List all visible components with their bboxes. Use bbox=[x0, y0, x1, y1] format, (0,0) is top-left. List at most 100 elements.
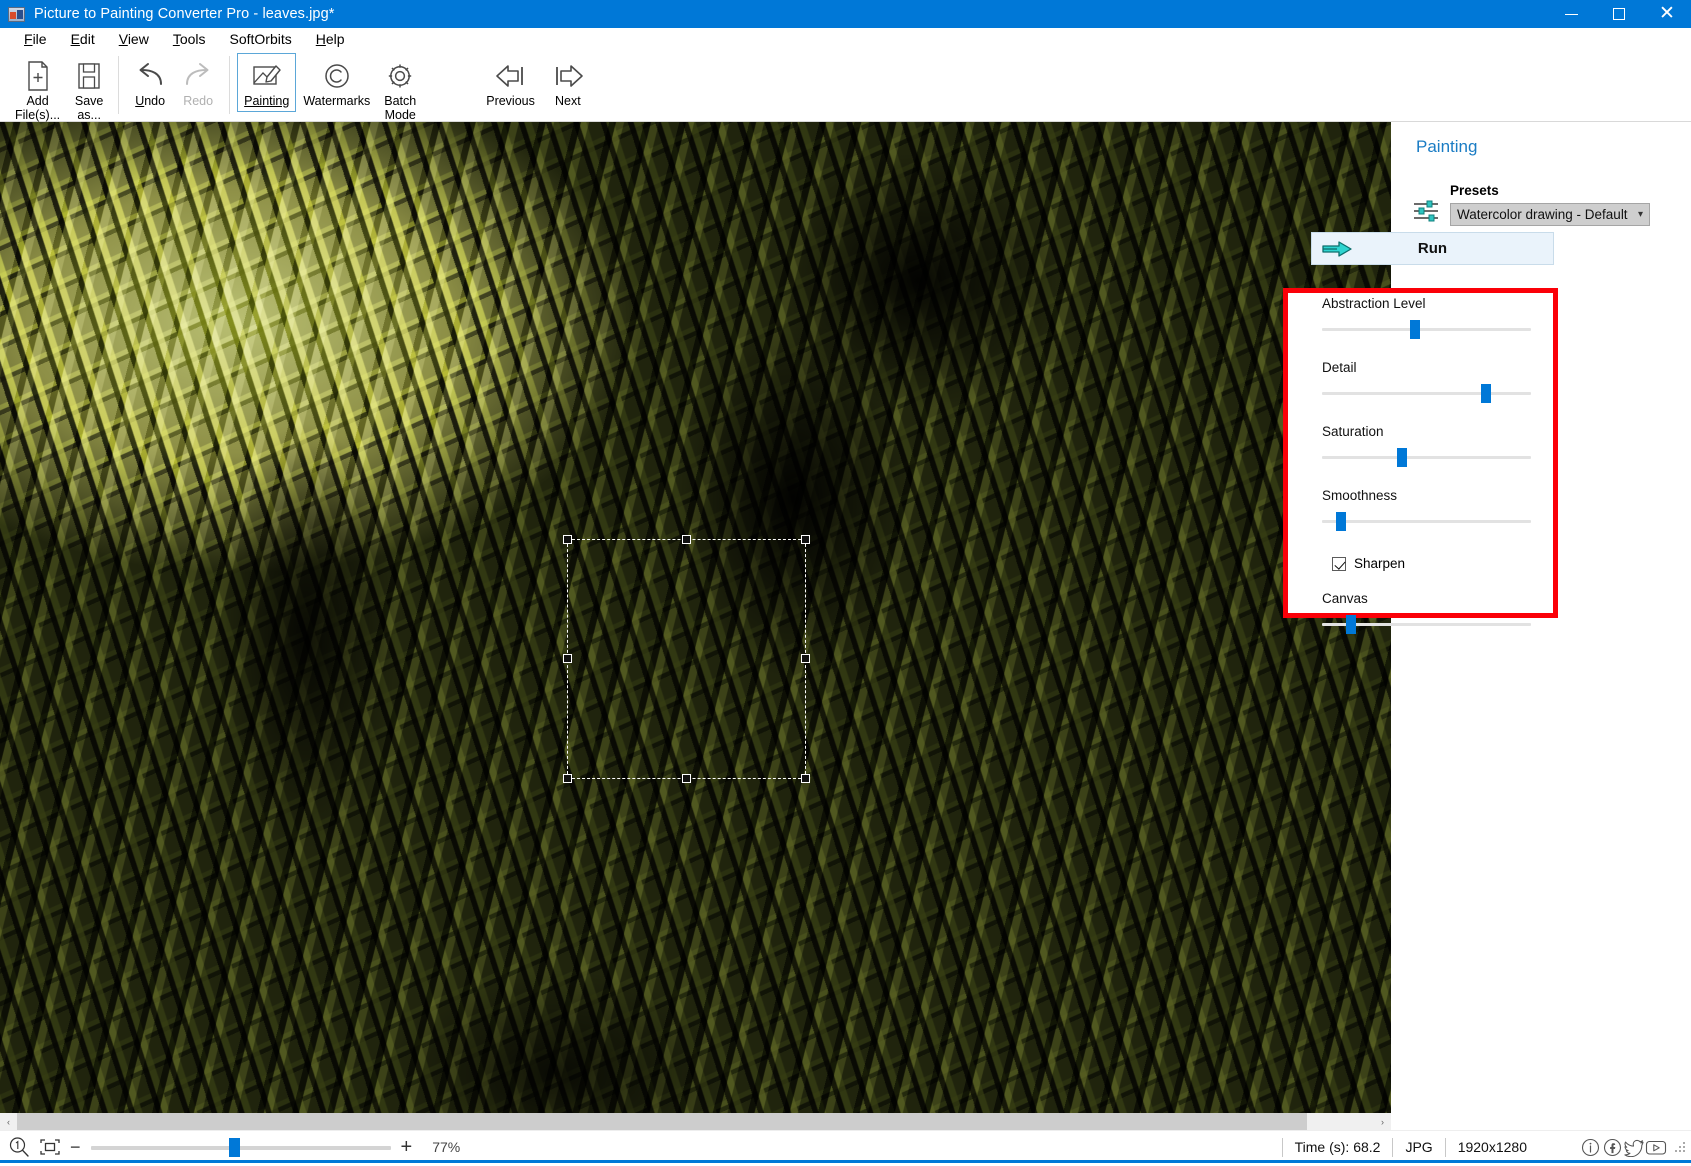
chevron-down-icon: ▾ bbox=[1637, 209, 1643, 220]
toolbar-undo-button[interactable]: Undo bbox=[126, 53, 174, 112]
menu-view[interactable]: View bbox=[107, 29, 161, 49]
menu-tools[interactable]: Tools bbox=[161, 29, 218, 49]
painting-brush-icon bbox=[250, 59, 284, 93]
magnifier-one-icon[interactable] bbox=[8, 1136, 30, 1158]
scroll-right-arrow-icon[interactable]: › bbox=[1374, 1113, 1391, 1130]
slider-group-canvas: Canvas bbox=[1322, 591, 1534, 634]
close-button[interactable]: ✕ bbox=[1643, 0, 1691, 28]
resize-grip[interactable] bbox=[1673, 1140, 1687, 1154]
youtube-icon[interactable] bbox=[1645, 1136, 1667, 1158]
window-controls: ✕ bbox=[1547, 0, 1691, 28]
facebook-icon[interactable] bbox=[1601, 1136, 1623, 1158]
image-canvas[interactable] bbox=[0, 122, 1391, 1113]
toolbar-next-button[interactable]: Next bbox=[542, 53, 594, 112]
slider-group-saturation: Saturation bbox=[1322, 424, 1534, 467]
marquee-handle-middle-left[interactable] bbox=[563, 654, 572, 663]
slider-group-abstraction-level: Abstraction Level bbox=[1322, 296, 1534, 339]
detail-track bbox=[1322, 392, 1531, 395]
scrollbar-thumb[interactable] bbox=[17, 1113, 1307, 1130]
canvas-slider[interactable] bbox=[1322, 615, 1531, 634]
floppy-disk-icon bbox=[74, 59, 104, 93]
menu-softorbits[interactable]: SoftOrbits bbox=[218, 29, 304, 49]
painting-underline: Painting bbox=[244, 94, 290, 108]
toolbar-next-label: Next bbox=[555, 94, 581, 108]
abstraction-level-thumb[interactable] bbox=[1410, 320, 1420, 339]
file-format-label: JPG bbox=[1405, 1139, 1433, 1155]
saturation-thumb[interactable] bbox=[1397, 448, 1407, 467]
undo-accel: U bbox=[135, 94, 145, 108]
marquee-handle-top-right[interactable] bbox=[801, 535, 810, 544]
toolbar-painting-label: Painting bbox=[244, 94, 290, 109]
run-button[interactable]: Run bbox=[1311, 232, 1554, 265]
minimize-button[interactable] bbox=[1547, 0, 1595, 28]
smoothness-slider[interactable] bbox=[1322, 512, 1531, 531]
canvas-thumb[interactable] bbox=[1346, 615, 1356, 634]
toolbar-redo-button[interactable]: Redo bbox=[174, 53, 222, 112]
status-bar: − + 77% Time (s): 68.2 JPG 1920x1280 bbox=[0, 1130, 1691, 1163]
image-dimensions-label: 1920x1280 bbox=[1457, 1139, 1527, 1155]
zoom-out-button[interactable]: − bbox=[70, 1138, 81, 1156]
toolbar-painting-button[interactable]: Painting bbox=[237, 53, 297, 112]
menu-help[interactable]: Help bbox=[304, 29, 357, 49]
double-arrow-right-icon bbox=[1321, 240, 1353, 258]
saturation-label: Saturation bbox=[1322, 424, 1384, 439]
presets-dropdown[interactable]: Watercolor drawing - Default ▾ bbox=[1450, 203, 1650, 226]
menu-file-rest: ile bbox=[32, 31, 47, 47]
detail-slider[interactable] bbox=[1322, 384, 1531, 403]
detail-thumb[interactable] bbox=[1481, 384, 1491, 403]
selection-marquee[interactable] bbox=[563, 535, 810, 783]
menu-edit[interactable]: Edit bbox=[59, 29, 107, 49]
toolbar-previous-label: Previous bbox=[486, 94, 535, 108]
marquee-handle-top-center[interactable] bbox=[681, 535, 691, 544]
menu-file[interactable]: File bbox=[12, 29, 59, 49]
presets-label: Presets bbox=[1450, 183, 1499, 198]
title-bar: Picture to Painting Converter Pro - leav… bbox=[0, 0, 1691, 28]
scrollbar-track[interactable] bbox=[17, 1113, 1374, 1130]
run-button-label: Run bbox=[1417, 240, 1448, 257]
sharpen-checkbox-row[interactable]: Sharpen bbox=[1332, 556, 1534, 571]
marquee-handle-top-left[interactable] bbox=[563, 535, 572, 544]
abstraction-level-track bbox=[1322, 328, 1531, 331]
abstraction-level-slider[interactable] bbox=[1322, 320, 1531, 339]
zoom-in-button[interactable]: + bbox=[401, 1137, 413, 1157]
maximize-button[interactable] bbox=[1595, 0, 1643, 28]
menu-tools-rest: ools bbox=[179, 31, 206, 47]
zoom-slider-thumb[interactable] bbox=[228, 1137, 240, 1157]
menu-softorbits-label: SoftOrbits bbox=[229, 31, 292, 47]
arrow-right-bar-icon bbox=[549, 59, 587, 93]
smoothness-track bbox=[1322, 520, 1531, 523]
marquee-handle-bottom-left[interactable] bbox=[563, 774, 572, 783]
presets-selected-value: Watercolor drawing - Default bbox=[1457, 207, 1628, 222]
presets-row: Presets Watercolor drawing - Default ▾ bbox=[1413, 183, 1691, 226]
menu-help-rest: elp bbox=[325, 31, 345, 47]
marquee-handle-bottom-right[interactable] bbox=[801, 774, 810, 783]
info-icon[interactable] bbox=[1579, 1136, 1601, 1158]
twitter-icon[interactable] bbox=[1623, 1136, 1645, 1158]
zoom-slider[interactable] bbox=[90, 1137, 391, 1157]
status-bar-accent-rule bbox=[0, 1160, 1691, 1163]
smoothness-thumb[interactable] bbox=[1336, 512, 1346, 531]
sharpen-label: Sharpen bbox=[1354, 556, 1406, 571]
toolbar-save-as-button[interactable]: Save as... bbox=[67, 53, 111, 125]
social-links bbox=[1579, 1136, 1667, 1158]
toolbar-undo-label: Undo bbox=[135, 94, 166, 108]
sharpen-checkbox[interactable] bbox=[1332, 556, 1346, 571]
panel-title: Painting bbox=[1416, 137, 1478, 156]
toolbar-previous-button[interactable]: Previous bbox=[479, 53, 542, 112]
detail-label: Detail bbox=[1322, 360, 1357, 375]
toolbar: Add File(s)... Save as... Undo Redo Pain… bbox=[0, 50, 1691, 122]
canvas-horizontal-scrollbar[interactable]: ‹ › bbox=[0, 1113, 1391, 1130]
toolbar-batch-mode-button[interactable]: Batch Mode bbox=[377, 53, 423, 125]
presets-field: Presets Watercolor drawing - Default ▾ bbox=[1450, 183, 1650, 226]
fit-to-screen-icon[interactable] bbox=[38, 1136, 62, 1158]
marquee-handle-bottom-center[interactable] bbox=[681, 774, 691, 783]
scroll-left-arrow-icon[interactable]: ‹ bbox=[0, 1113, 17, 1130]
app-window: Picture to Painting Converter Pro - leav… bbox=[0, 0, 1691, 1166]
toolbar-watermarks-button[interactable]: Watermarks bbox=[296, 53, 377, 112]
toolbar-separator-1 bbox=[118, 56, 120, 114]
app-icon bbox=[8, 6, 25, 22]
toolbar-batch-mode-label: Batch Mode bbox=[384, 94, 417, 122]
toolbar-add-files-button[interactable]: Add File(s)... bbox=[8, 53, 67, 125]
marquee-handle-middle-right[interactable] bbox=[801, 654, 810, 663]
saturation-slider[interactable] bbox=[1322, 448, 1531, 467]
